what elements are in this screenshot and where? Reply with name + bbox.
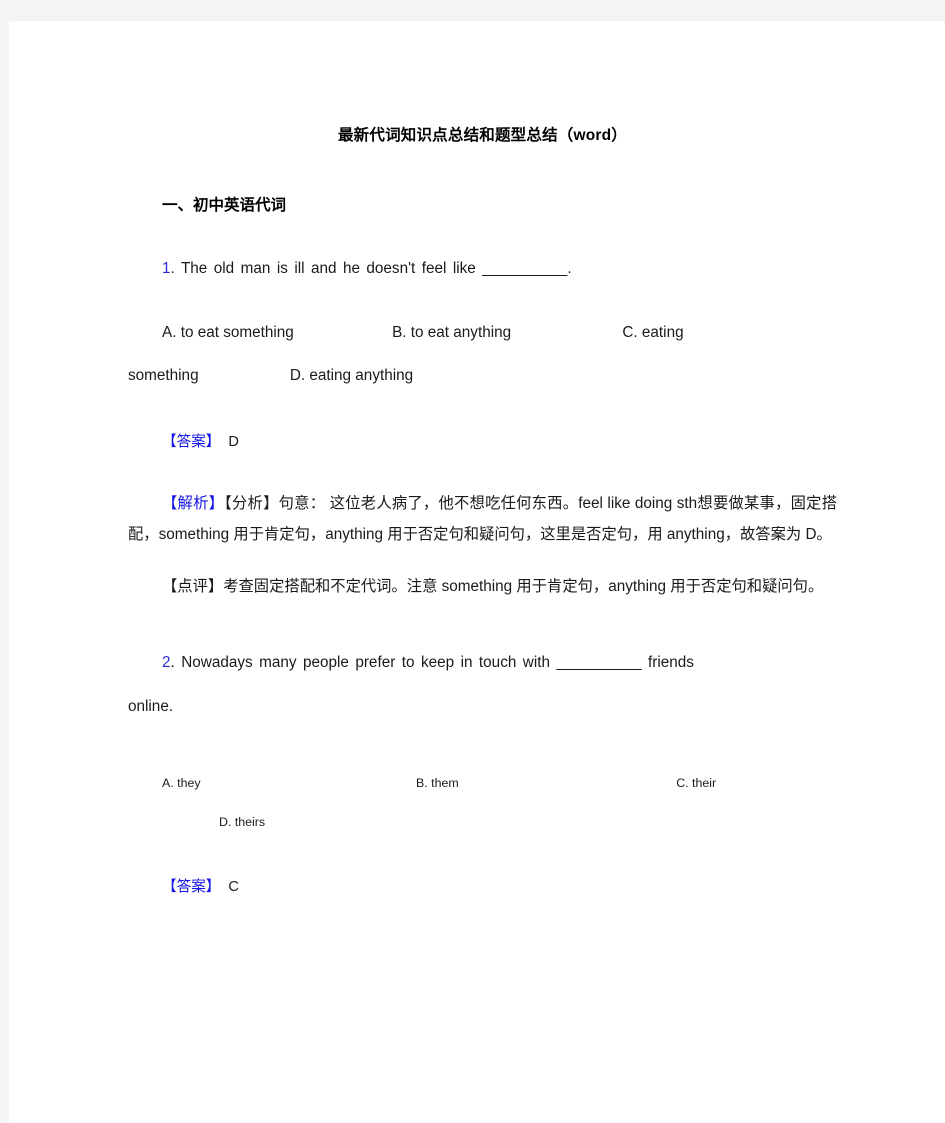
question-1-explain-label: 【解析】 <box>162 495 225 513</box>
section-heading: 一、初中英语代词 <box>162 196 287 214</box>
question-1-option-c-wrap[interactable]: something <box>128 367 199 384</box>
question-2-option-b[interactable]: B. them <box>416 776 459 790</box>
question-1-blank: __________ <box>482 260 568 278</box>
question-1-option-a[interactable]: A. to eat something <box>162 324 294 341</box>
question-2-number: 2 <box>162 653 171 671</box>
document-content: 最新代词知识点总结和题型总结（word） 一、初中英语代词 1. The old… <box>128 101 837 898</box>
question-2-stem-wrap: online. <box>128 697 174 715</box>
question-1-options: A. to eat something B. to eat anything C… <box>128 281 837 387</box>
question-2-answer: 【答案】 C <box>128 832 837 899</box>
question-2-answer-value: C <box>228 878 239 895</box>
question-1-number: 1 <box>162 260 171 278</box>
page-title: 最新代词知识点总结和题型总结（word） <box>337 127 628 144</box>
question-1-stem-end: . <box>567 260 572 278</box>
document-page: 最新代词知识点总结和题型总结（word） 一、初中英语代词 1. The old… <box>9 21 945 1123</box>
question-1-number-dot: . <box>170 260 175 278</box>
question-2-number-dot: . <box>170 653 175 671</box>
question-1-stem-text: The old man is ill and he doesn't feel l… <box>180 260 476 278</box>
question-2-stem-end: friends <box>647 653 694 671</box>
question-2-options: A. they B. them C. their D. theirs <box>128 718 837 831</box>
question-1-answer-label: 【答案】 <box>162 434 221 451</box>
question-1-comment-body: 考查固定搭配和不定代词。注意 something 用于肯定句，anything … <box>223 578 824 596</box>
question-1-option-b[interactable]: B. to eat anything <box>392 324 511 341</box>
question-1-analysis-label: 【分析】 <box>224 495 279 513</box>
question-2-answer-label: 【答案】 <box>162 878 221 895</box>
question-1-option-c[interactable]: C. eating <box>622 324 683 341</box>
question-1-comment-label: 【点评】 <box>162 578 224 596</box>
question-1-stem: 1. The old man is ill and he doesn't fee… <box>128 216 837 281</box>
question-1-explanation: 【解析】【分析】句意： 这位老人病了，他不想吃任何东西。feel like do… <box>128 454 837 550</box>
question-2-stem-text: Nowadays many people prefer to keep in t… <box>181 653 550 671</box>
question-2-blank: __________ <box>556 653 642 671</box>
question-1-comment: 【点评】考查固定搭配和不定代词。注意 something 用于肯定句，anyth… <box>128 550 837 603</box>
question-2-option-d[interactable]: D. theirs <box>219 815 265 829</box>
question-1-answer-value: D <box>228 434 239 451</box>
question-2-option-c[interactable]: C. their <box>676 776 716 790</box>
question-2-option-a[interactable]: A. they <box>162 776 201 790</box>
question-1-answer: 【答案】 D <box>128 387 837 454</box>
question-1-option-d[interactable]: D. eating anything <box>290 367 413 384</box>
question-2-stem: 2. Nowadays many people prefer to keep i… <box>128 603 837 718</box>
